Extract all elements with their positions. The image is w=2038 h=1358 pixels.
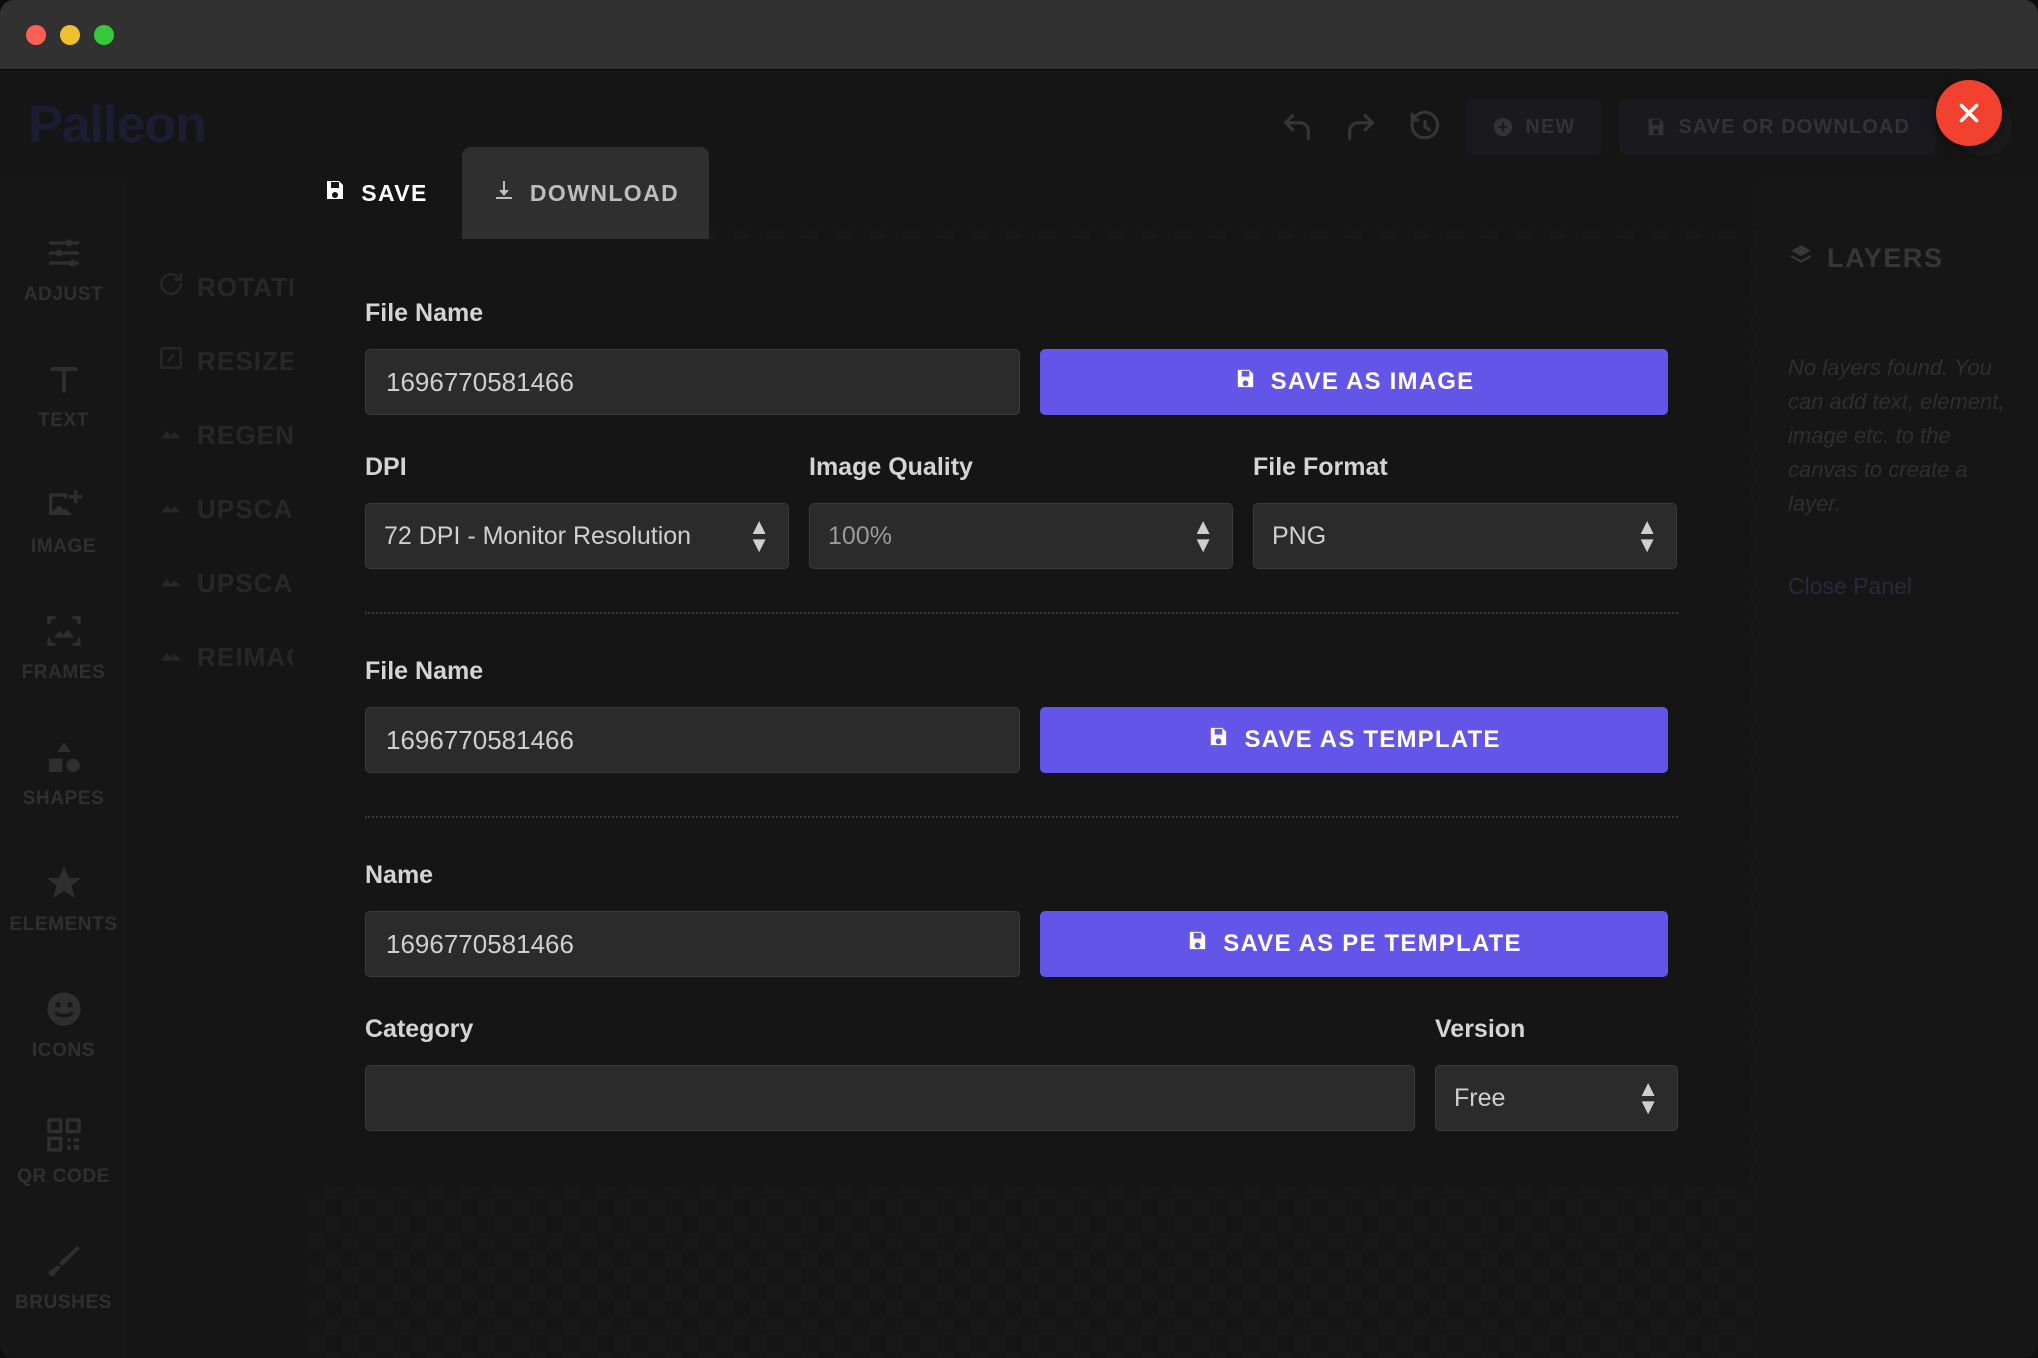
save-as-pe-template-button[interactable]: SAVE AS PE TEMPLATE bbox=[1040, 911, 1668, 977]
save-as-image-button-label: SAVE AS IMAGE bbox=[1270, 368, 1475, 395]
image-options-row: DPI 72 DPI - Monitor Resolution ▲ ▼ Image… bbox=[365, 453, 1678, 569]
floppy-icon bbox=[1234, 367, 1257, 397]
category-label: Category bbox=[365, 1015, 474, 1043]
template-file-name-label: File Name bbox=[365, 657, 484, 685]
version-select[interactable]: Free ▲ ▼ bbox=[1435, 1065, 1678, 1131]
chevron-updown-icon: ▲ ▼ bbox=[748, 513, 770, 557]
window-minimize-button[interactable] bbox=[60, 24, 80, 45]
section-divider-1 bbox=[365, 612, 1678, 614]
download-icon bbox=[492, 178, 516, 208]
chevron-updown-icon: ▲ ▼ bbox=[1192, 513, 1214, 557]
dpi-label: DPI bbox=[365, 453, 407, 481]
pe-name-label: Name bbox=[365, 861, 434, 889]
window-close-button[interactable] bbox=[26, 24, 46, 45]
window-zoom-button[interactable] bbox=[94, 24, 114, 45]
tab-save-label: SAVE bbox=[361, 179, 428, 206]
save-as-image-button[interactable]: SAVE AS IMAGE bbox=[1040, 349, 1668, 415]
pe-name-row: 1696770581466 SAVE AS PE TEMPLATE bbox=[365, 911, 1678, 977]
file-format-select[interactable]: PNG ▲ ▼ bbox=[1253, 503, 1677, 569]
image-file-name-row: 1696770581466 SAVE AS IMAGE bbox=[365, 349, 1678, 415]
section-divider-2 bbox=[365, 816, 1678, 818]
file-format-select-value: PNG bbox=[1272, 521, 1327, 550]
save-as-template-button[interactable]: SAVE AS TEMPLATE bbox=[1040, 707, 1668, 773]
save-as-pe-template-section: Name 1696770581466 SAVE AS PE TEMPLATE C… bbox=[365, 861, 1678, 1131]
category-input[interactable] bbox=[365, 1065, 1415, 1131]
pe-name-input[interactable]: 1696770581466 bbox=[365, 911, 1020, 977]
floppy-icon bbox=[1207, 725, 1230, 755]
floppy-icon bbox=[323, 178, 347, 208]
tab-download-label: DOWNLOAD bbox=[529, 179, 680, 206]
image-file-name-input[interactable]: 1696770581466 bbox=[365, 349, 1020, 415]
tab-download[interactable]: DOWNLOAD bbox=[462, 147, 709, 239]
floppy-icon bbox=[1186, 929, 1209, 959]
save-as-template-section: File Name 1696770581466 SAVE AS TEMPLATE bbox=[365, 657, 1678, 773]
version-select-value: Free bbox=[1454, 1083, 1506, 1112]
image-quality-select[interactable]: 100% ▲ ▼ bbox=[809, 503, 1233, 569]
image-quality-select-value: 100% bbox=[828, 521, 892, 550]
modal-body: File Name 1696770581466 SAVE AS IMAGE DP… bbox=[293, 239, 1750, 1187]
pe-meta-row: Category Version Free ▲ ▼ bbox=[365, 1015, 1678, 1131]
save-download-modal: SAVE DOWNLOAD File Name 1696770581466 SA… bbox=[293, 147, 1750, 1187]
window-titlebar bbox=[0, 0, 2038, 70]
dpi-select-value: 72 DPI - Monitor Resolution bbox=[384, 521, 692, 550]
version-label: Version bbox=[1435, 1015, 1526, 1043]
close-icon[interactable] bbox=[1936, 80, 2002, 146]
app-window: Palleon NEW SAVE OR DOWNLOAD bbox=[0, 0, 2038, 1358]
chevron-updown-icon: ▲ ▼ bbox=[1636, 513, 1658, 557]
save-as-image-section: File Name 1696770581466 SAVE AS IMAGE DP… bbox=[365, 299, 1678, 569]
save-as-template-button-label: SAVE AS TEMPLATE bbox=[1244, 726, 1501, 753]
file-format-label: File Format bbox=[1253, 453, 1388, 481]
save-as-pe-template-button-label: SAVE AS PE TEMPLATE bbox=[1223, 930, 1522, 957]
dpi-select[interactable]: 72 DPI - Monitor Resolution ▲ ▼ bbox=[365, 503, 789, 569]
image-file-name-label: File Name bbox=[365, 299, 484, 327]
template-file-name-row: 1696770581466 SAVE AS TEMPLATE bbox=[365, 707, 1678, 773]
image-quality-label: Image Quality bbox=[809, 453, 973, 481]
template-file-name-input[interactable]: 1696770581466 bbox=[365, 707, 1020, 773]
tab-save[interactable]: SAVE bbox=[293, 147, 458, 239]
modal-tabs: SAVE DOWNLOAD bbox=[293, 147, 1750, 239]
chevron-updown-icon: ▲ ▼ bbox=[1637, 1075, 1659, 1119]
